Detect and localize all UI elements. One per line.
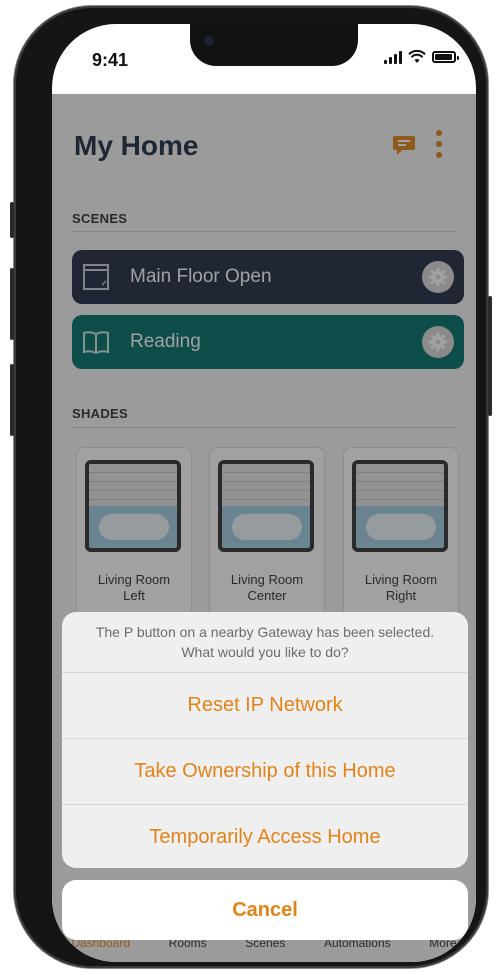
battery-icon (432, 51, 459, 63)
mute-switch (10, 202, 14, 238)
status-bar: 9:41 (52, 24, 476, 94)
volume-up-button (10, 268, 14, 340)
status-time: 9:41 (92, 50, 129, 70)
temporarily-access-home-button[interactable]: Temporarily Access Home (62, 804, 468, 868)
signal-icon (384, 50, 402, 64)
take-ownership-button[interactable]: Take Ownership of this Home (62, 738, 468, 804)
camera-icon (204, 36, 214, 46)
phone-frame: 9:41 My Home SCENES Main Floor Open Read… (10, 6, 492, 968)
power-button (488, 296, 492, 416)
reset-ip-network-button[interactable]: Reset IP Network (62, 672, 468, 738)
status-icons (384, 50, 459, 64)
notch (190, 24, 358, 66)
volume-down-button (10, 364, 14, 436)
screen: 9:41 My Home SCENES Main Floor Open Read… (52, 24, 476, 962)
action-sheet: The P button on a nearby Gateway has bee… (62, 612, 468, 868)
cancel-button[interactable]: Cancel (62, 880, 468, 940)
action-sheet-message: The P button on a nearby Gateway has bee… (95, 624, 435, 660)
wifi-icon (408, 50, 426, 63)
